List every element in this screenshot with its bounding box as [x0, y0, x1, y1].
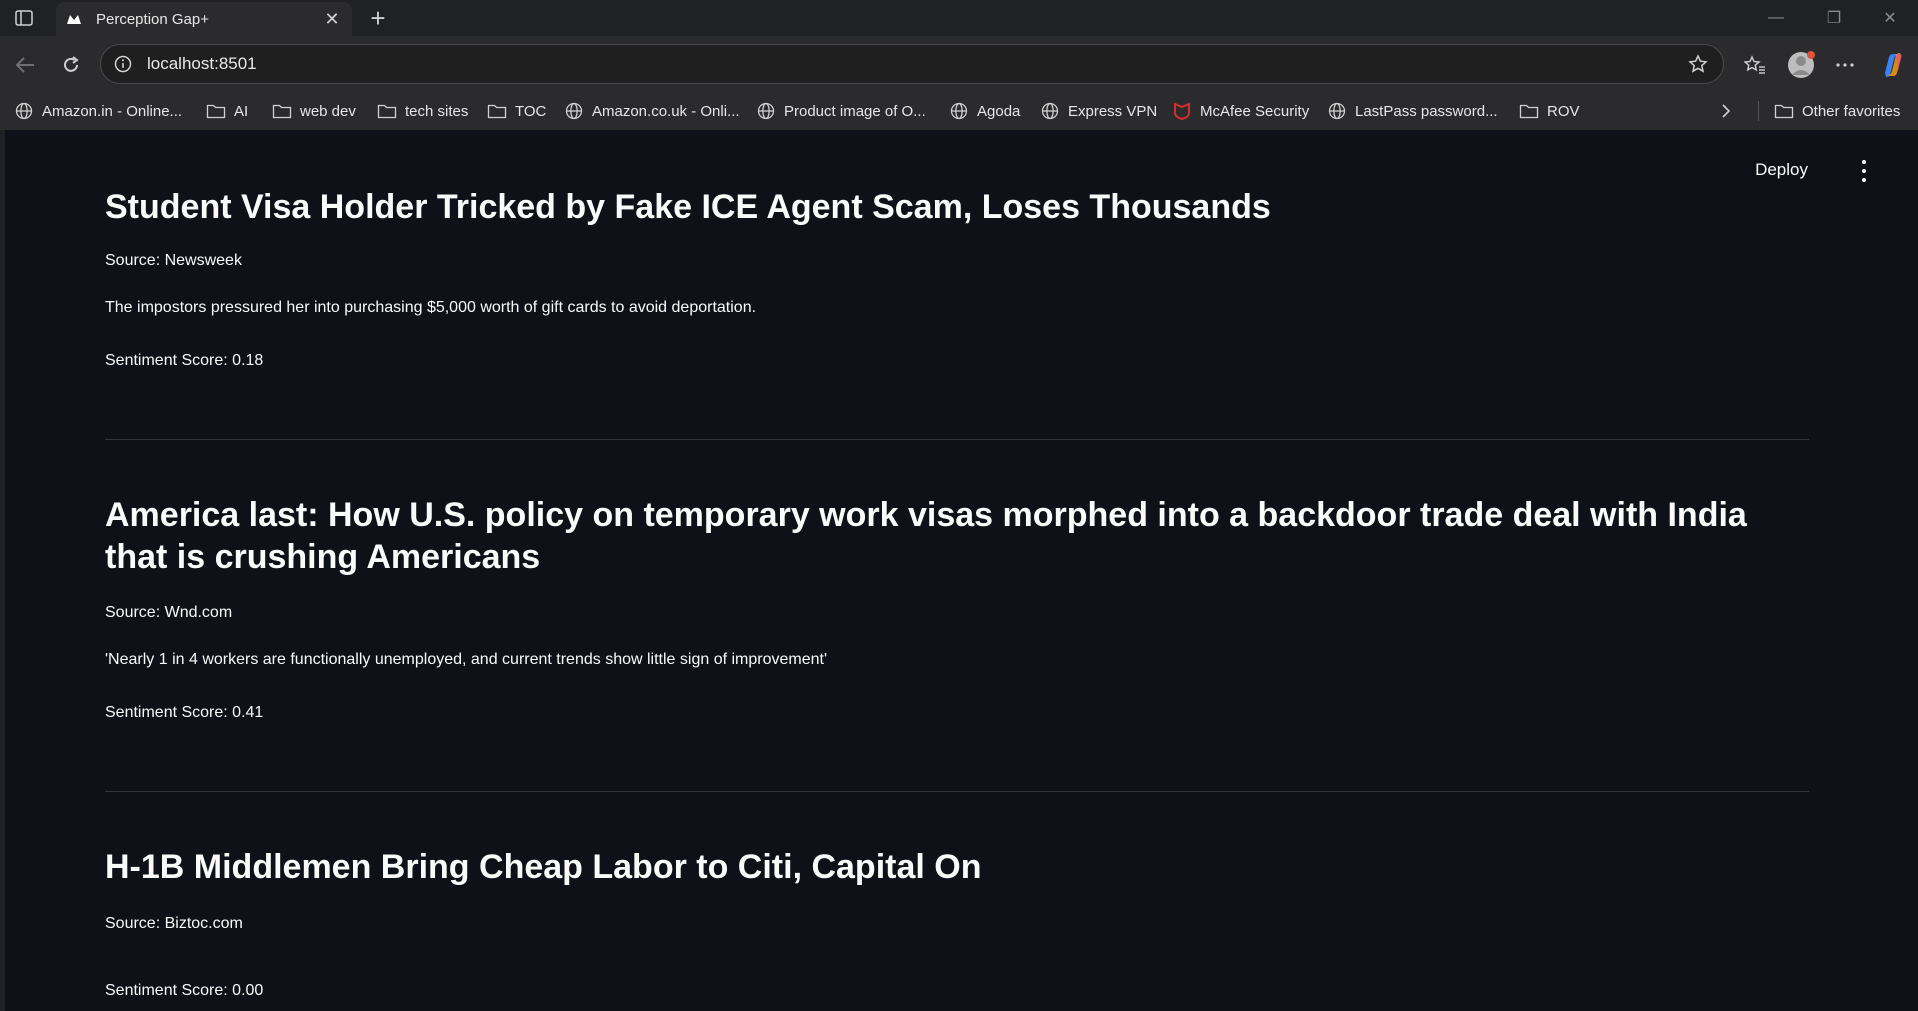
bookmark-folder[interactable]: TOC: [487, 101, 546, 121]
favorites-icon[interactable]: [1740, 50, 1770, 80]
window-close-icon[interactable]: ✕: [1862, 0, 1918, 36]
window-edge: [0, 130, 5, 1011]
tab-actions-icon[interactable]: [10, 6, 38, 30]
mcafee-icon: [1172, 102, 1192, 120]
sentiment-score: Sentiment Score: 0.00: [105, 982, 264, 999]
article-title: H-1B Middlemen Bring Cheap Labor to Citi…: [105, 848, 982, 886]
favorite-star-icon[interactable]: [1687, 53, 1709, 75]
article-description: The impostors pressured her into purchas…: [105, 299, 757, 316]
app-main[interactable]: Deploy Student Visa Holder Tricked by Fa…: [0, 130, 1918, 1011]
globe-icon: [564, 102, 584, 120]
bookmark-label: Product image of O...: [784, 102, 926, 120]
globe-icon: [14, 102, 34, 120]
bookmark-label: Express VPN: [1068, 102, 1158, 120]
bookmark-label: web dev: [300, 102, 356, 120]
article-card: Student Visa Holder Tricked by Fake ICE …: [105, 186, 1809, 228]
bookmark-label: LastPass password...: [1355, 102, 1498, 120]
divider: [105, 791, 1809, 792]
bookmark-item[interactable]: LastPass password...: [1327, 101, 1498, 121]
other-favorites-label: Other favorites: [1802, 102, 1901, 120]
bookmark-label: TOC: [515, 102, 547, 120]
close-tab-icon[interactable]: ✕: [320, 7, 344, 31]
bookmark-item[interactable]: McAfee Security: [1172, 101, 1309, 121]
article-source: Source: Wnd.com: [105, 604, 233, 621]
bookmark-label: tech sites: [405, 102, 469, 120]
bookmark-label: Agoda: [977, 102, 1021, 120]
article-title: Student Visa Holder Tricked by Fake ICE …: [105, 188, 1271, 226]
globe-icon: [756, 102, 776, 120]
bookmark-folder[interactable]: web dev: [272, 101, 356, 121]
bookmarks-divider: [1758, 101, 1759, 121]
bookmark-item[interactable]: Agoda: [949, 101, 1020, 121]
bookmark-label: Amazon.in - Online...: [42, 102, 183, 120]
article-card: H-1B Middlemen Bring Cheap Labor to Citi…: [105, 846, 1809, 888]
other-favorites-folder[interactable]: Other favorites: [1774, 101, 1900, 121]
bookmark-folder[interactable]: AI: [206, 101, 248, 121]
minimize-icon[interactable]: —: [1748, 0, 1804, 36]
sentiment-score: Sentiment Score: 0.41: [105, 704, 264, 721]
globe-icon: [1327, 102, 1347, 120]
new-tab-icon[interactable]: +: [364, 3, 392, 33]
sentiment-score: Sentiment Score: 0.18: [105, 352, 264, 369]
article-description: 'Nearly 1 in 4 workers are functionally …: [105, 651, 828, 668]
more-options-icon[interactable]: [1830, 50, 1860, 80]
browser-tab[interactable]: Perception Gap+ ✕: [56, 2, 352, 36]
bookmark-folder[interactable]: tech sites: [377, 101, 468, 121]
bookmark-label: McAfee Security: [1200, 102, 1310, 120]
folder-icon: [1774, 102, 1794, 120]
bookmark-item[interactable]: Amazon.in - Online...: [14, 101, 182, 121]
copilot-icon[interactable]: [1878, 50, 1908, 80]
main-menu-icon[interactable]: [1854, 160, 1874, 182]
folder-icon: [487, 102, 507, 120]
browser-tab-bar: Perception Gap+ ✕ + — ❐ ✕: [0, 0, 1918, 36]
bookmark-folder[interactable]: ROV: [1519, 101, 1580, 121]
bookmarks-bar: Amazon.in - Online... AI web dev tech si…: [0, 92, 1918, 222]
bookmark-label: AI: [234, 102, 249, 120]
article-source: Source: Newsweek: [105, 252, 242, 269]
article-card: America last: How U.S. policy on tempora…: [105, 494, 1809, 578]
bookmark-label: ROV: [1547, 102, 1580, 120]
bookmark-item[interactable]: Amazon.co.uk - Onli...: [564, 101, 740, 121]
bookmark-item[interactable]: Express VPN: [1040, 101, 1157, 121]
article-title: America last: How U.S. policy on tempora…: [105, 496, 1747, 576]
site-info-icon[interactable]: [113, 54, 133, 74]
folder-icon: [1519, 102, 1539, 120]
bookmark-label: Amazon.co.uk - Onli...: [592, 102, 740, 120]
globe-icon: [1040, 102, 1060, 120]
streamlit-favicon-icon: [66, 11, 82, 27]
globe-icon: [949, 102, 969, 120]
divider: [105, 439, 1809, 440]
address-bar[interactable]: localhost:8501: [100, 44, 1724, 84]
bookmarks-overflow-chevron-icon[interactable]: [1720, 101, 1732, 121]
deploy-button[interactable]: Deploy: [1755, 160, 1808, 180]
profile-avatar-icon[interactable]: [1786, 50, 1816, 80]
folder-icon: [206, 102, 226, 120]
folder-icon: [272, 102, 292, 120]
folder-icon: [377, 102, 397, 120]
reload-icon[interactable]: [56, 50, 86, 80]
restore-icon[interactable]: ❐: [1806, 0, 1862, 36]
bookmark-item[interactable]: Product image of O...: [756, 101, 926, 121]
url-text: localhost:8501: [147, 54, 257, 73]
tab-title: Perception Gap+: [96, 10, 209, 28]
browser-toolbar: localhost:8501: [0, 36, 1918, 92]
article-source: Source: Biztoc.com: [105, 915, 243, 932]
back-icon[interactable]: [10, 50, 40, 80]
